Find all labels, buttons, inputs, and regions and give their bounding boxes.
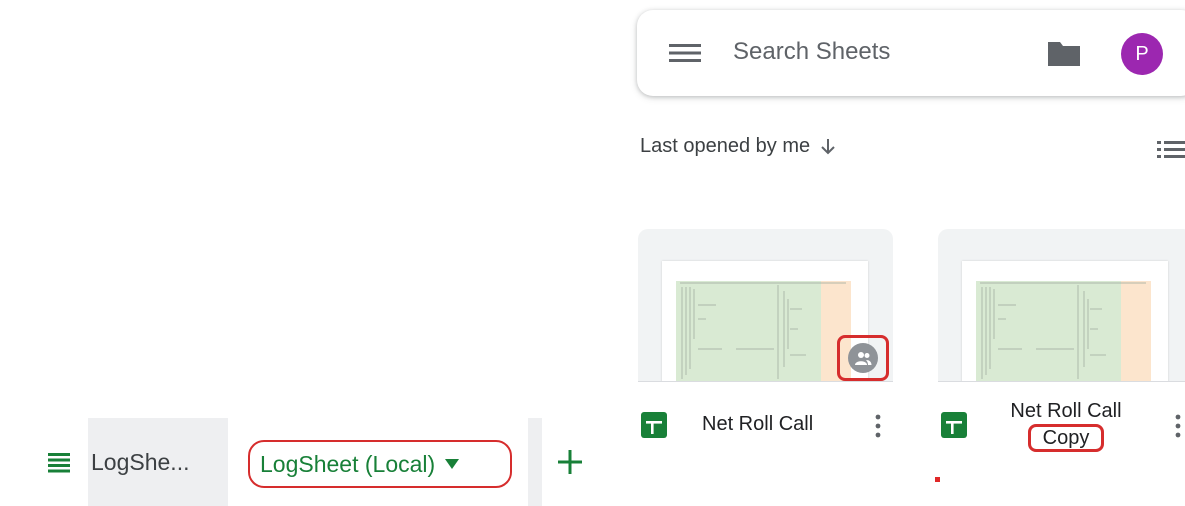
shared-people-icon [855, 352, 872, 365]
add-sheet-button[interactable] [548, 418, 592, 506]
folder-icon [1048, 42, 1080, 66]
sort-arrow-icon [821, 138, 835, 154]
sheets-file-icon [941, 412, 967, 438]
file-thumbnail [638, 229, 893, 382]
menu-icon [48, 453, 70, 473]
sheet-tab-logsheet-local[interactable]: LogSheet (Local) [228, 418, 528, 506]
annotation-dot [935, 477, 940, 482]
thumbnail-page [962, 261, 1168, 381]
avatar-letter: P [1135, 42, 1149, 65]
file-more-options-button[interactable] [872, 413, 884, 439]
file-name-line-1: Net Roll Call [1010, 400, 1122, 422]
sort-order-button[interactable]: Last opened by me [640, 135, 836, 158]
tab-divider [528, 418, 542, 506]
active-tab-label: LogSheet (Local) [260, 450, 436, 477]
hamburger-icon [669, 44, 701, 62]
sheet-tab-logsheet[interactable]: LogShe... [88, 418, 228, 506]
file-more-options-button[interactable] [1172, 413, 1184, 439]
more-vert-icon [875, 414, 881, 438]
search-input[interactable]: Search Sheets [733, 38, 890, 66]
account-avatar[interactable]: P [1121, 33, 1163, 75]
add-icon [558, 450, 582, 474]
active-tab-highlight: LogSheet (Local) [248, 440, 512, 488]
more-vert-icon [1175, 414, 1181, 438]
list-view-toggle[interactable] [1155, 138, 1185, 160]
file-name: Net Roll Call Copy [1002, 399, 1130, 452]
file-name: Net Roll Call [702, 413, 814, 435]
open-file-picker-button[interactable] [1046, 38, 1082, 68]
file-thumbnail [938, 229, 1185, 382]
file-name-copy-highlight: Copy [1027, 424, 1105, 452]
tab-dropdown-caret-icon[interactable] [445, 459, 460, 469]
sheets-file-icon [641, 412, 667, 438]
search-bar[interactable]: Search Sheets P [637, 10, 1185, 96]
sort-label: Last opened by me [640, 135, 811, 157]
shared-indicator [837, 335, 889, 381]
thumbnail-grid-lines [980, 282, 1146, 379]
list-view-icon [1157, 141, 1185, 158]
file-card[interactable]: Net Roll Call Copy [938, 229, 1185, 479]
main-menu-button[interactable] [667, 39, 703, 67]
shared-circle [848, 343, 878, 373]
thumbnail-grid-lines [680, 282, 846, 379]
all-sheets-menu-button[interactable] [30, 418, 88, 506]
file-card[interactable]: Net Roll Call [638, 229, 893, 479]
sheet-tab-label: LogShe... [91, 448, 190, 475]
sheet-tab-bar: LogShe... LogSheet (Local) [0, 418, 600, 506]
